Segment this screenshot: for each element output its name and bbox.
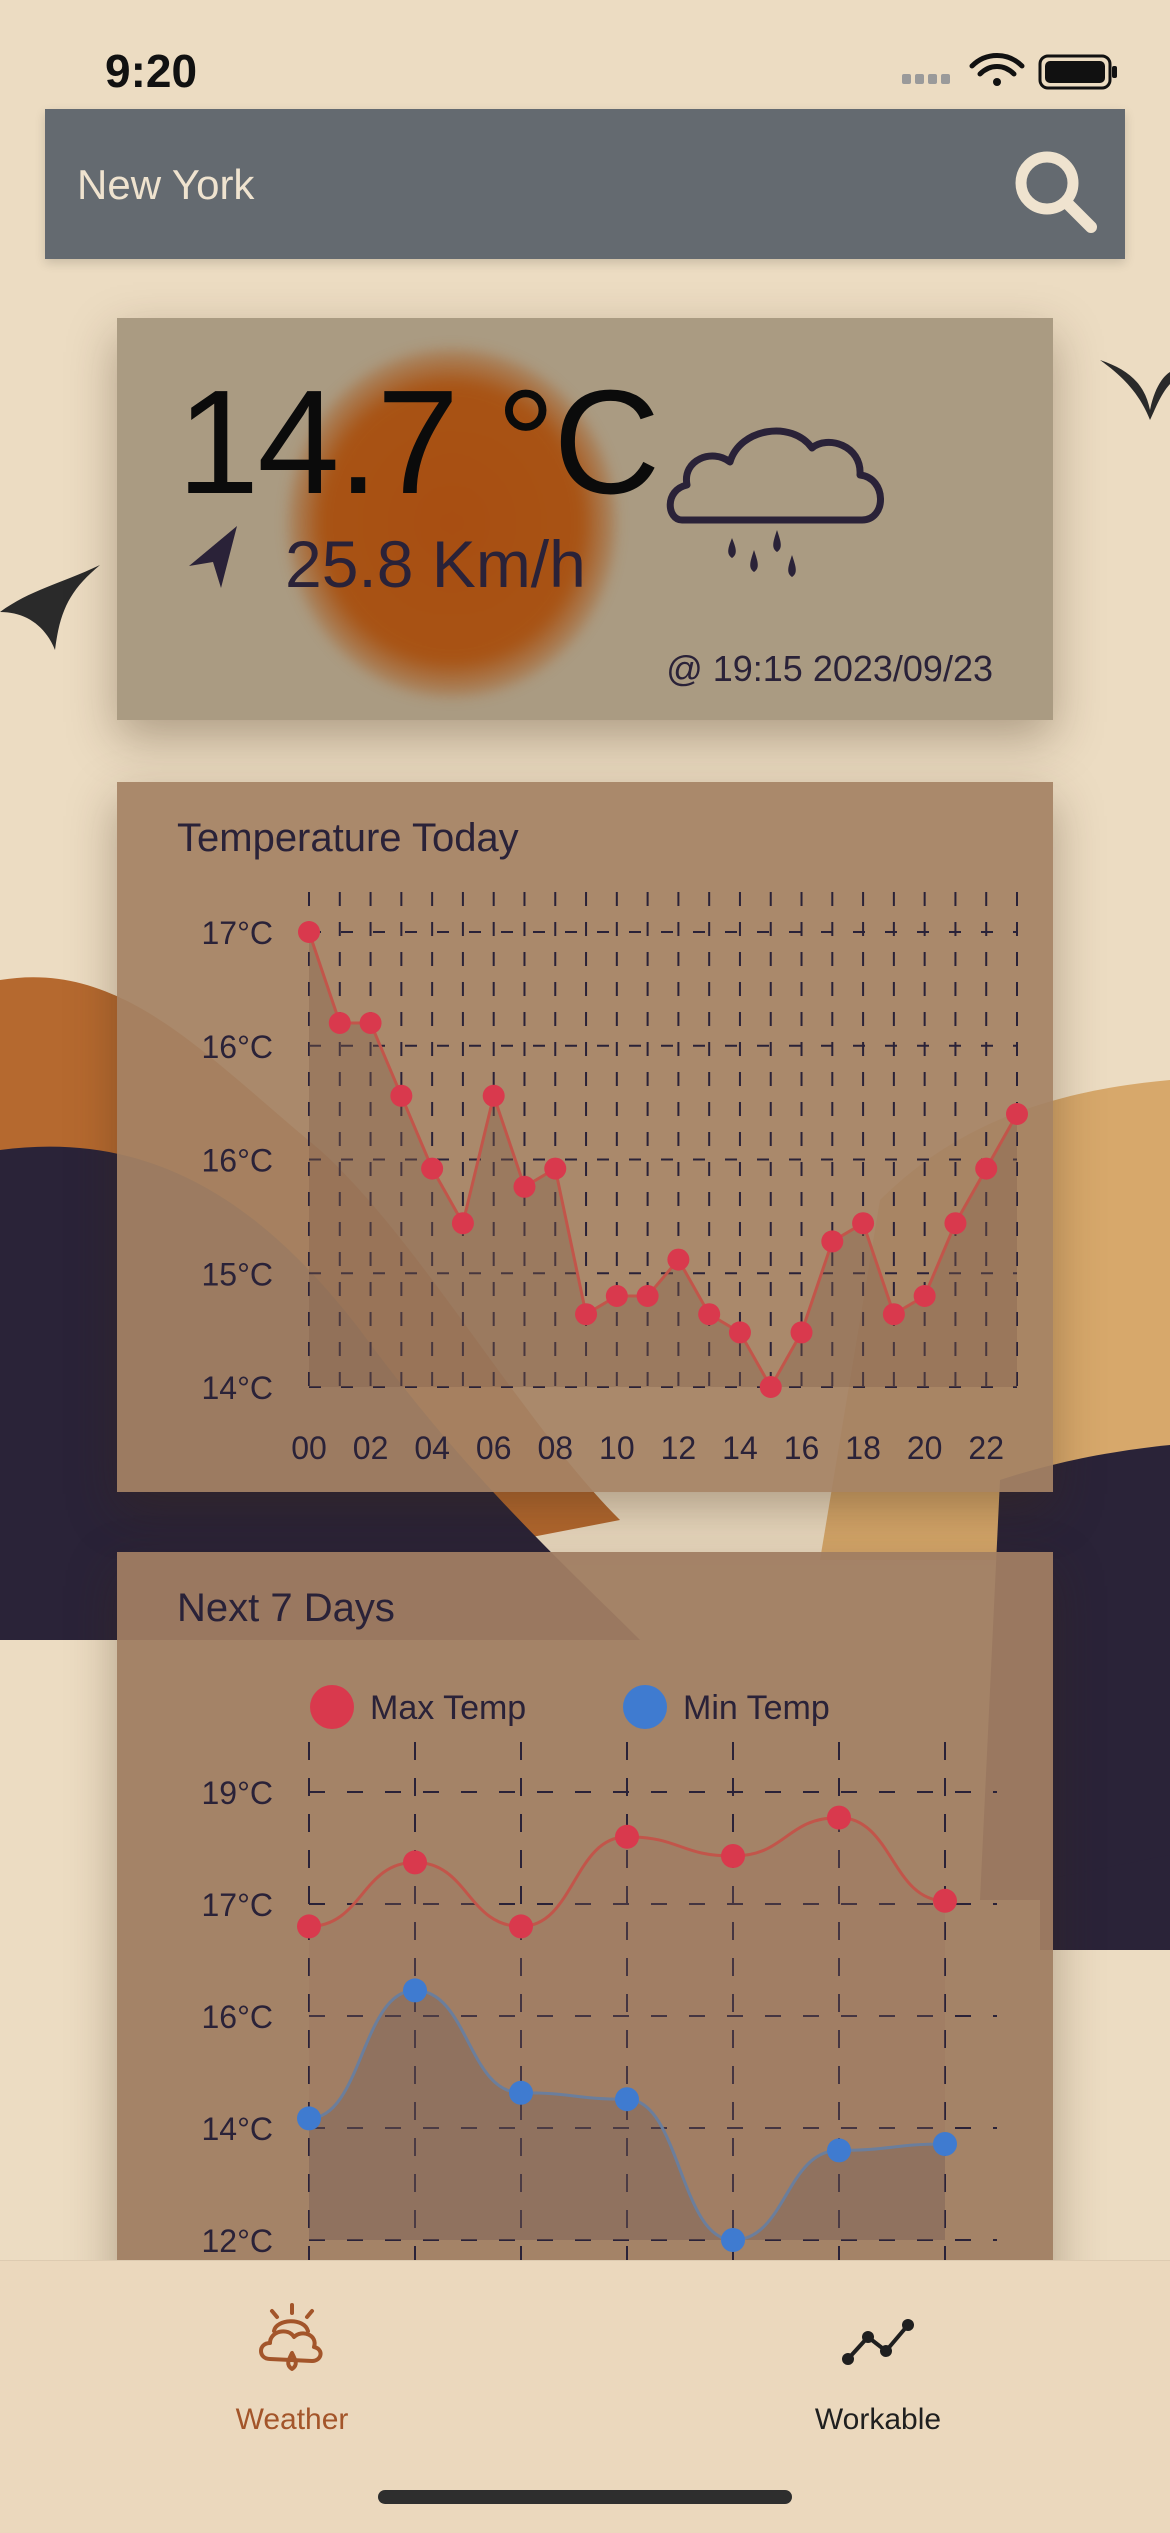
updated-timestamp: @ 19:15 2023/09/23 <box>666 648 993 689</box>
x-tick-label: 18 <box>845 1430 881 1466</box>
x-tick-label: 12 <box>661 1430 697 1466</box>
current-weather-card: 14.7 °C 25.8 Km/h @ 19:15 2023/09/23 <box>117 318 1053 720</box>
legend-label: Min Temp <box>683 1689 830 1727</box>
y-tick-label: 12°C <box>202 2223 274 2259</box>
data-point <box>605 1285 628 1307</box>
battery-icon <box>1038 54 1117 90</box>
data-point <box>728 1321 751 1344</box>
data-point <box>421 1157 444 1180</box>
data-point <box>933 2132 957 2156</box>
data-point <box>328 1012 351 1034</box>
data-point <box>403 1978 427 2003</box>
x-tick-label: 04 <box>414 1430 450 1466</box>
tab-weather[interactable]: Weather <box>142 2301 442 2451</box>
data-point <box>667 1248 690 1271</box>
today-chart-title: Temperature Today <box>177 816 519 860</box>
y-tick-label: 16°C <box>202 1999 274 2035</box>
y-tick-label: 14°C <box>202 2111 274 2147</box>
week-chart-title: Next 7 Days <box>177 1586 395 1630</box>
data-point <box>721 2228 745 2252</box>
y-tick-label: 17°C <box>202 915 274 951</box>
next-7-days-card: Max Temp Min Temp 19°C 17°C 16°C 14°C 12°C Nex… <box>117 1552 1053 2332</box>
data-point <box>615 2087 639 2112</box>
status-time: 9:20 <box>105 45 198 97</box>
data-point <box>827 2138 851 2163</box>
data-point <box>482 1084 505 1107</box>
cellular-signal-icon <box>902 74 950 84</box>
data-point <box>451 1212 474 1235</box>
y-tick-label: 16°C <box>202 1029 274 1065</box>
legend-swatch <box>310 1685 354 1729</box>
data-point <box>944 1212 967 1235</box>
tab-workable[interactable]: Workable <box>728 2301 1028 2451</box>
y-tick-label: 14°C <box>202 1370 274 1406</box>
data-point <box>852 1212 875 1235</box>
x-tick-label: 14 <box>722 1430 758 1466</box>
y-tick-label: 15°C <box>202 1256 274 1292</box>
data-point <box>509 2080 533 2105</box>
data-point <box>882 1303 905 1326</box>
data-point <box>575 1303 598 1326</box>
next-7-days-chart: Max Temp Min Temp 19°C 17°C 16°C 14°C 12°C <box>202 1685 997 2270</box>
data-point <box>390 1084 413 1107</box>
data-point <box>298 921 320 943</box>
legend-label: Max Temp <box>370 1689 526 1727</box>
home-indicator <box>378 2490 792 2504</box>
data-point <box>821 1230 844 1253</box>
data-point <box>827 1805 851 1830</box>
tab-weather-label: Weather <box>235 2403 349 2436</box>
search-input[interactable] <box>75 149 979 221</box>
data-point <box>544 1157 567 1180</box>
data-point <box>1006 1103 1028 1125</box>
data-point <box>403 1850 427 1875</box>
data-point <box>615 1824 639 1849</box>
data-point <box>721 1844 745 1868</box>
legend-swatch <box>623 1685 667 1729</box>
data-point <box>913 1285 936 1307</box>
data-point <box>297 2106 321 2131</box>
data-point <box>790 1321 813 1344</box>
y-tick-label: 17°C <box>202 1887 274 1923</box>
data-point <box>975 1157 998 1180</box>
status-icons <box>902 53 1117 90</box>
y-tick-label: 19°C <box>202 1775 274 1811</box>
wifi-icon <box>969 53 1025 86</box>
wind-speed: 25.8 Km/h <box>285 527 586 601</box>
x-tick-label: 22 <box>968 1430 1004 1466</box>
data-point <box>698 1303 721 1326</box>
x-tick-label: 10 <box>599 1430 635 1466</box>
current-temperature: 14.7 °C <box>177 360 660 525</box>
data-point <box>933 1888 957 1913</box>
data-point <box>759 1376 782 1398</box>
data-point <box>359 1012 382 1034</box>
cloud-rain-icon <box>666 427 884 577</box>
status-bar: 9:20 <box>0 0 1170 100</box>
x-tick-label: 08 <box>537 1430 573 1466</box>
temperature-today-chart: 17°C 16°C 16°C 15°C 14°C 00 02 04 06 08 10 12 14 16 18… <box>202 892 1028 1466</box>
search-icon[interactable] <box>1009 145 1099 235</box>
tab-workable-label: Workable <box>814 2403 942 2436</box>
weather-cloud-sun-icon <box>259 2303 323 2371</box>
search-bar <box>45 109 1125 259</box>
navigation-arrow-icon <box>189 526 237 588</box>
data-point <box>513 1175 536 1198</box>
x-tick-label: 16 <box>784 1430 820 1466</box>
temperature-today-card: 17°C 16°C 16°C 15°C 14°C 00 02 04 06 08 10 12 14 16 18… <box>117 782 1053 1492</box>
x-tick-label: 06 <box>476 1430 512 1466</box>
data-point <box>297 1914 321 1939</box>
y-tick-label: 16°C <box>202 1143 274 1179</box>
line-chart-icon <box>842 2319 914 2365</box>
data-point <box>636 1285 659 1307</box>
x-tick-label: 20 <box>907 1430 943 1466</box>
x-tick-label: 02 <box>353 1430 389 1466</box>
x-tick-label: 00 <box>291 1430 327 1466</box>
data-point <box>509 1914 533 1939</box>
